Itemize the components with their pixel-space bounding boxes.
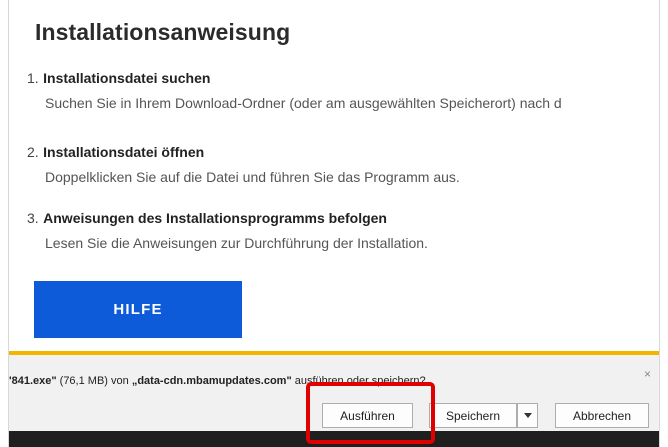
step-2: 2. Installationsdatei öffnen Doppelklick… xyxy=(27,144,659,185)
download-notification-bar: '841.exe" (76,1 MB) von „data-cdn.mbamup… xyxy=(9,351,659,431)
step-title: Installationsdatei öffnen xyxy=(43,144,205,160)
download-action-question: ausführen oder speichern? xyxy=(294,375,426,387)
cancel-button[interactable]: Abbrechen xyxy=(555,403,649,428)
step-description: Suchen Sie in Ihrem Download-Ordner (ode… xyxy=(45,95,562,111)
download-file-size: (76,1 MB) von xyxy=(59,375,129,387)
download-prompt-text: '841.exe" (76,1 MB) von „data-cdn.mbamup… xyxy=(9,375,426,387)
step-1: 1. Installationsdatei suchen Suchen Sie … xyxy=(27,70,659,111)
step-number: 2. xyxy=(27,144,39,160)
chevron-down-icon xyxy=(523,413,532,418)
taskbar xyxy=(9,431,659,447)
download-file-name: '841.exe" xyxy=(9,375,57,387)
save-button[interactable]: Speichern xyxy=(429,403,517,428)
browser-page: Installationsanweisung 1. Installationsd… xyxy=(8,0,660,447)
help-button[interactable]: HILFE xyxy=(34,281,242,338)
step-number: 1. xyxy=(27,70,39,86)
step-3: 3. Anweisungen des Installationsprogramm… xyxy=(27,210,659,251)
page-title: Installationsanweisung xyxy=(35,19,291,45)
step-description: Lesen Sie die Anweisungen zur Durchführu… xyxy=(45,235,428,251)
save-options-dropdown[interactable] xyxy=(517,403,538,428)
download-source: „data-cdn.mbamupdates.com" xyxy=(131,375,292,387)
run-button[interactable]: Ausführen xyxy=(322,403,413,428)
step-description: Doppelklicken Sie auf die Datei und führ… xyxy=(45,169,460,185)
step-title: Anweisungen des Installationsprogramms b… xyxy=(43,210,387,226)
close-icon[interactable]: × xyxy=(644,367,651,381)
step-number: 3. xyxy=(27,210,39,226)
step-title: Installationsdatei suchen xyxy=(43,70,211,86)
